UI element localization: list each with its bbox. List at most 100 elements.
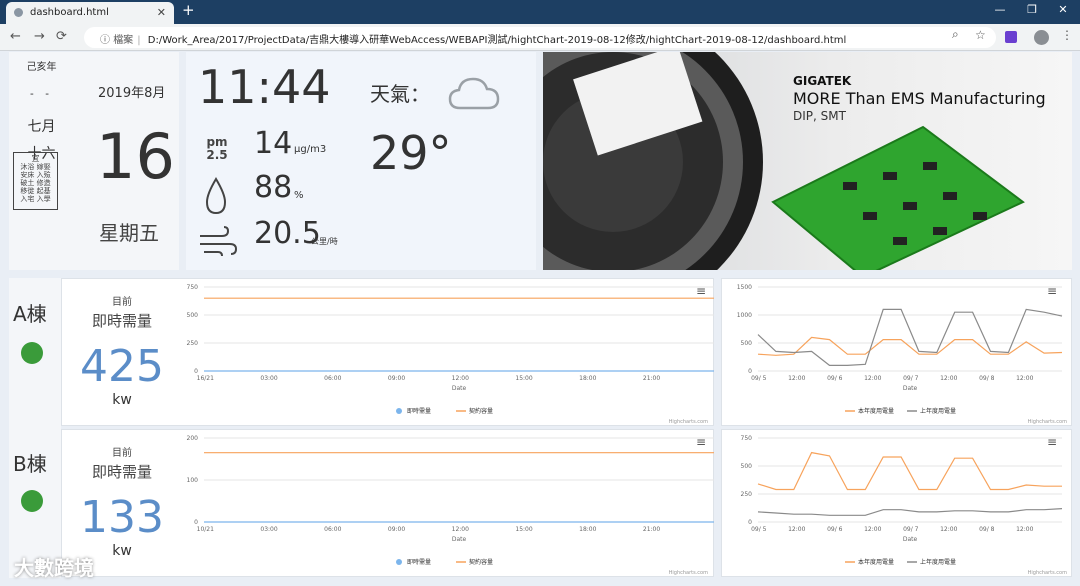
x-tick-label: 12:00 (940, 375, 957, 382)
building-a-usage-chart: 0 500 1000 1500 09/ 5 12:00 09/ 6 12:00 09/ 7 12:… (737, 284, 1067, 425)
new-tab-button[interactable]: + (182, 1, 195, 19)
legend-label: 上年度用電量 (920, 558, 956, 566)
chart-menu-icon[interactable]: ≡ (1047, 285, 1057, 297)
legend-label: 上年度用電量 (920, 407, 956, 415)
pm25-unit: μg/m3 (294, 144, 327, 155)
tab-close-icon[interactable]: ✕ (157, 6, 166, 19)
temperature: 29° (370, 126, 452, 180)
credits-label: Highcharts.com (1028, 419, 1067, 425)
current-label: 目前 (112, 448, 132, 459)
auspicious-box: 宜 沐浴 嫁娶 安床 入殮 破土 修造 移徙 起基 入宅 入學 (13, 152, 58, 210)
humidity-value: 88 (254, 170, 293, 205)
y-tick-label: 500 (187, 312, 199, 319)
humidity-unit: % (294, 190, 304, 201)
x-tick-label: 09/ 8 (979, 375, 995, 382)
x-tick-label: 10/21 (197, 526, 214, 533)
demand-title: 即時需量 (91, 312, 152, 330)
x-axis-title: Date (903, 536, 918, 543)
x-tick-label: 09/ 6 (827, 526, 843, 533)
company-subtitle: DIP, SMT (793, 109, 846, 123)
x-tick-label: 09/ 7 (903, 375, 919, 382)
chart-menu-icon[interactable]: ≡ (1047, 436, 1057, 448)
series-line (757, 451, 1062, 491)
x-tick-label: 09:00 (388, 526, 405, 533)
humidity-drop-icon (205, 177, 227, 215)
wind-icon (200, 226, 238, 257)
browser-tab[interactable]: dashboard.html ✕ (6, 2, 174, 24)
pm25-icon: pm 2.5 (206, 135, 228, 162)
legend-label: 契約容量 (469, 558, 493, 566)
extension-icon[interactable] (1005, 31, 1017, 43)
url-field[interactable]: ⓘ 檔案 | D:/Work_Area/2017/ProjectData/吉鼎大樓… (84, 27, 996, 48)
star-icon[interactable]: ☆ (975, 28, 986, 42)
x-tick-label: 12:00 (788, 526, 805, 533)
address-bar: ← → ⟳ ⓘ 檔案 | D:/Work_Area/2017/ProjectDat… (0, 24, 1080, 51)
series-line (757, 508, 1063, 516)
tab-title: dashboard.html (30, 7, 109, 18)
chart-menu-icon[interactable]: ≡ (696, 285, 706, 297)
lunar-dash: - - (30, 87, 53, 100)
avatar[interactable] (1034, 30, 1049, 45)
x-tick-label: 03:00 (260, 375, 277, 382)
day-number: 16 (96, 120, 175, 193)
demand-value: 133 (80, 492, 164, 543)
demand-title: 即時需量 (91, 463, 152, 481)
building-b-name: B棟 (13, 452, 47, 476)
x-tick-label: 18:00 (579, 526, 596, 533)
building-a-demand-card: 目前 即時需量 425 kw 0 250 500 750 16/21 03:00 06:00… (61, 278, 714, 426)
back-button[interactable]: ← (10, 29, 21, 44)
menu-icon[interactable]: ⋮ (1061, 28, 1073, 42)
watermark: 大數跨境 (14, 556, 94, 580)
minimize-button[interactable]: — (992, 3, 1008, 16)
globe-icon (14, 8, 23, 17)
y-tick-label: 750 (187, 284, 199, 291)
credits-label: Highcharts.com (669, 570, 708, 576)
credits-label: Highcharts.com (1028, 570, 1067, 576)
lunar-calendar: 己亥年 - - 七月 十六 (14, 58, 69, 163)
x-tick-label: 21:00 (643, 375, 660, 382)
x-tick-label: 06:00 (324, 526, 341, 533)
x-tick-label: 09/ 5 (751, 375, 767, 382)
building-b-usage-card: 0 250 500 750 09/ 5 12:00 09/ 6 12:00 09/ 7 12:00… (721, 429, 1072, 577)
year-month: 2019年8月 (98, 86, 166, 101)
x-axis-title: Date (452, 385, 467, 392)
credits-label: Highcharts.com (669, 419, 708, 425)
x-tick-label: 09:00 (388, 375, 405, 382)
clock: 11:44 (198, 60, 331, 114)
y-tick-label: 750 (741, 435, 753, 442)
x-tick-label: 15:00 (515, 526, 532, 533)
close-window-button[interactable]: ✕ (1055, 3, 1071, 16)
demand-value: 425 (80, 341, 164, 392)
forward-button[interactable]: → (34, 29, 45, 44)
weekday: 星期五 (99, 221, 159, 245)
reload-button[interactable]: ⟳ (56, 29, 67, 44)
building-b-usage-chart: 0 250 500 750 09/ 5 12:00 09/ 6 12:00 09/ 7 12:00… (741, 435, 1068, 576)
x-tick-label: 15:00 (515, 375, 532, 382)
legend-label: 即時需量 (407, 558, 431, 566)
x-tick-label: 06:00 (324, 375, 341, 382)
x-tick-label: 03:00 (260, 526, 277, 533)
x-tick-label: 21:00 (643, 526, 660, 533)
pm25-value: 14 (254, 126, 293, 161)
legend-label: 即時需量 (407, 407, 431, 415)
x-tick-label: 12:00 (940, 526, 957, 533)
legend-label: 本年度用電量 (858, 407, 894, 415)
y-tick-label: 250 (741, 491, 753, 498)
y-tick-label: 1500 (737, 284, 752, 291)
x-axis-title: Date (903, 385, 918, 392)
x-tick-label: 12:00 (864, 375, 881, 382)
building-a-name: A棟 (13, 302, 47, 326)
y-tick-label: 0 (748, 368, 752, 375)
url-separator: | (137, 35, 141, 46)
legend-label: 契約容量 (469, 407, 493, 415)
yi-items: 沐浴 嫁娶 安床 入殮 破土 修造 移徙 起基 入宅 入學 (20, 163, 51, 203)
x-tick-label: 12:00 (452, 526, 469, 533)
info-icon: ⓘ (100, 35, 110, 46)
lunar-year: 己亥年 (26, 62, 57, 73)
maximize-button[interactable]: ❐ (1024, 3, 1040, 16)
x-tick-label: 09/ 8 (979, 526, 995, 533)
y-tick-label: 500 (741, 463, 753, 470)
chart-menu-icon[interactable]: ≡ (696, 436, 706, 448)
zoom-icon[interactable]: ⌕ (952, 27, 959, 42)
demand-unit: kw (112, 392, 132, 408)
